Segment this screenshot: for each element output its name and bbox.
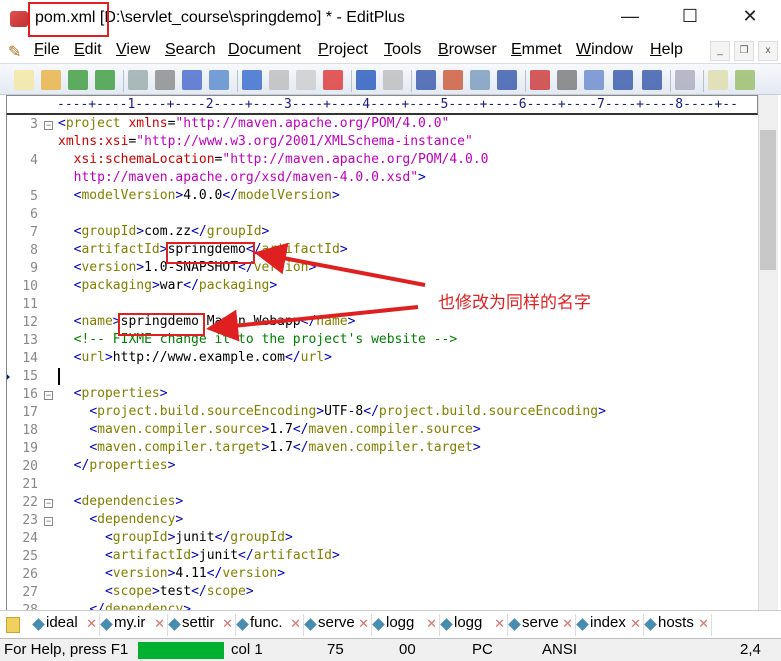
annotation-note: 也修改为同样的名字 xyxy=(438,293,591,312)
arrow-to-artifactid xyxy=(254,242,426,287)
annotation-arrows xyxy=(206,242,426,342)
arrow-to-name xyxy=(206,305,419,342)
